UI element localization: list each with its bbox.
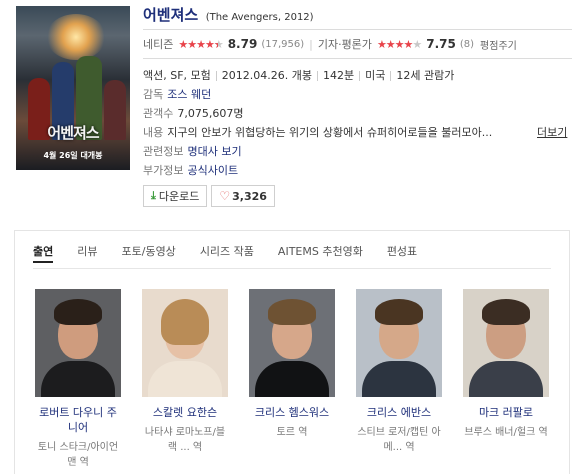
cast-role: 브루스 배너/헐크 역 [464, 427, 548, 438]
cast-role: 나타샤 로마노프/블랙 ... 역 [144, 427, 226, 453]
audience-count: 7,075,607명 [177, 107, 244, 120]
movie-genre[interactable]: 액션, SF, 모험 [143, 69, 211, 82]
movie-original-title: (The Avengers, 2012) [205, 12, 314, 23]
tab-reviews[interactable]: 리뷰 [77, 243, 97, 263]
cast-photo[interactable] [142, 289, 228, 397]
extra-label: 부가정보 [143, 164, 184, 177]
divider [143, 58, 572, 59]
cast-card[interactable]: 마크 러팔로 브루스 배너/헐크 역 [463, 289, 549, 440]
detail-tabs: 출연 리뷰 포토/동영상 시리즈 작품 AITEMS 추천영화 편성표 [33, 243, 441, 263]
movie-director-row: 감독 조스 웨던 [143, 86, 211, 102]
netizen-stars-icon: ★★★★★★ [178, 37, 223, 51]
rate-movie-link[interactable]: 평점주기 [480, 37, 517, 52]
poster-light-burst [46, 14, 106, 60]
cast-card[interactable]: 크리스 헴스워스 토르 역 [249, 289, 335, 440]
rating-row: 네티즌 ★★★★★★ 8.79 (17,956) | 기자·평론가 ★★★★★ … [143, 36, 517, 52]
tab-schedule[interactable]: 편성표 [387, 243, 417, 263]
critic-count: (8) [459, 38, 475, 50]
movie-plot-row: 내용 지구의 안보가 위협당하는 위기의 상황에서 슈퍼히어로들을 불러모아...… [143, 124, 567, 140]
cast-role: 토니 스타크/아이언 맨 역 [37, 442, 119, 468]
cast-photo[interactable] [35, 289, 121, 397]
divider [143, 29, 572, 30]
critic-stars-icon: ★★★★★ [376, 37, 422, 51]
director-label: 감독 [143, 88, 164, 101]
cast-photo[interactable] [249, 289, 335, 397]
movie-release-date[interactable]: 2012.04.26. 개봉 [222, 69, 312, 82]
like-count: 3,326 [232, 189, 267, 203]
critic-rating-label: 기자·평론가 [317, 38, 372, 51]
cast-name[interactable]: 스칼렛 요한슨 [142, 405, 228, 420]
movie-title[interactable]: 어벤져스 [143, 6, 198, 24]
download-label: 다운로드 [158, 190, 200, 203]
netizen-rating-label: 네티즌 [143, 38, 174, 51]
director-link[interactable]: 조스 웨던 [167, 88, 211, 101]
movie-audience-row: 관객수 7,075,607명 [143, 105, 243, 121]
action-buttons: ⤓ 다운로드 ♡ 3,326 [143, 185, 275, 207]
plot-summary: 지구의 안보가 위협당하는 위기의 상황에서 슈퍼히어로들을 불러모아... [167, 126, 493, 139]
cast-card[interactable]: 스칼렛 요한슨 나타샤 로마노프/블랙 ... 역 [142, 289, 228, 455]
cast-card[interactable]: 크리스 에반스 스티브 로저/캡틴 아메... 역 [356, 289, 442, 455]
cast-role: 토르 역 [276, 427, 308, 438]
tab-photo-video[interactable]: 포토/동영상 [122, 243, 176, 263]
cast-card[interactable]: 로버트 다우니 주니어 토니 스타크/아이언 맨 역 [35, 289, 121, 470]
detail-tabs-panel: 출연 리뷰 포토/동영상 시리즈 작품 AITEMS 추천영화 편성표 로버트 … [14, 230, 570, 474]
netizen-count: (17,956) [261, 38, 305, 50]
tab-cast[interactable]: 출연 [33, 243, 54, 263]
movie-age-rating[interactable]: 12세 관람가 [396, 69, 454, 82]
cast-name[interactable]: 크리스 에반스 [356, 405, 442, 420]
movie-related-row: 관련정보 명대사 보기 [143, 143, 242, 159]
cast-name[interactable]: 로버트 다우니 주니어 [35, 405, 121, 435]
movie-extra-row: 부가정보 공식사이트 [143, 162, 238, 178]
cast-photo[interactable] [463, 289, 549, 397]
movie-title-row: 어벤져스 (The Avengers, 2012) [143, 4, 314, 25]
download-button[interactable]: ⤓ 다운로드 [143, 185, 208, 207]
plot-more-link[interactable]: 더보기 [537, 124, 567, 140]
cast-name[interactable]: 크리스 헴스워스 [249, 405, 335, 420]
tab-recommendations[interactable]: AITEMS 추천영화 [278, 243, 363, 263]
movie-country[interactable]: 미국 [365, 69, 385, 82]
download-icon: ⤓ [151, 189, 156, 202]
movie-poster[interactable]: 어벤져스 4월 26일 대개봉 [16, 6, 130, 170]
tab-series[interactable]: 시리즈 작품 [200, 243, 254, 263]
movie-basic-info: 액션, SF, 모험 2012.04.26. 개봉 142분 미국 12세 관람가 [143, 67, 454, 83]
famous-lines-link[interactable]: 명대사 보기 [187, 145, 241, 158]
audience-label: 관객수 [143, 107, 174, 120]
cast-role: 스티브 로저/캡틴 아메... 역 [357, 427, 441, 453]
plot-label: 내용 [143, 126, 164, 139]
rating-separator: | [309, 37, 313, 51]
critic-score: 7.75 [426, 37, 456, 51]
related-label: 관련정보 [143, 145, 184, 158]
tab-divider [33, 268, 551, 269]
poster-title: 어벤져스 [47, 124, 99, 142]
cast-name[interactable]: 마크 러팔로 [463, 405, 549, 420]
cast-photo[interactable] [356, 289, 442, 397]
movie-runtime: 142분 [323, 69, 355, 82]
like-button[interactable]: ♡ 3,326 [211, 185, 275, 207]
official-site-link[interactable]: 공식사이트 [187, 164, 238, 177]
netizen-score: 8.79 [227, 37, 258, 51]
poster-release-date: 4월 26일 대개봉 [43, 151, 103, 160]
heart-icon: ♡ [219, 189, 231, 203]
